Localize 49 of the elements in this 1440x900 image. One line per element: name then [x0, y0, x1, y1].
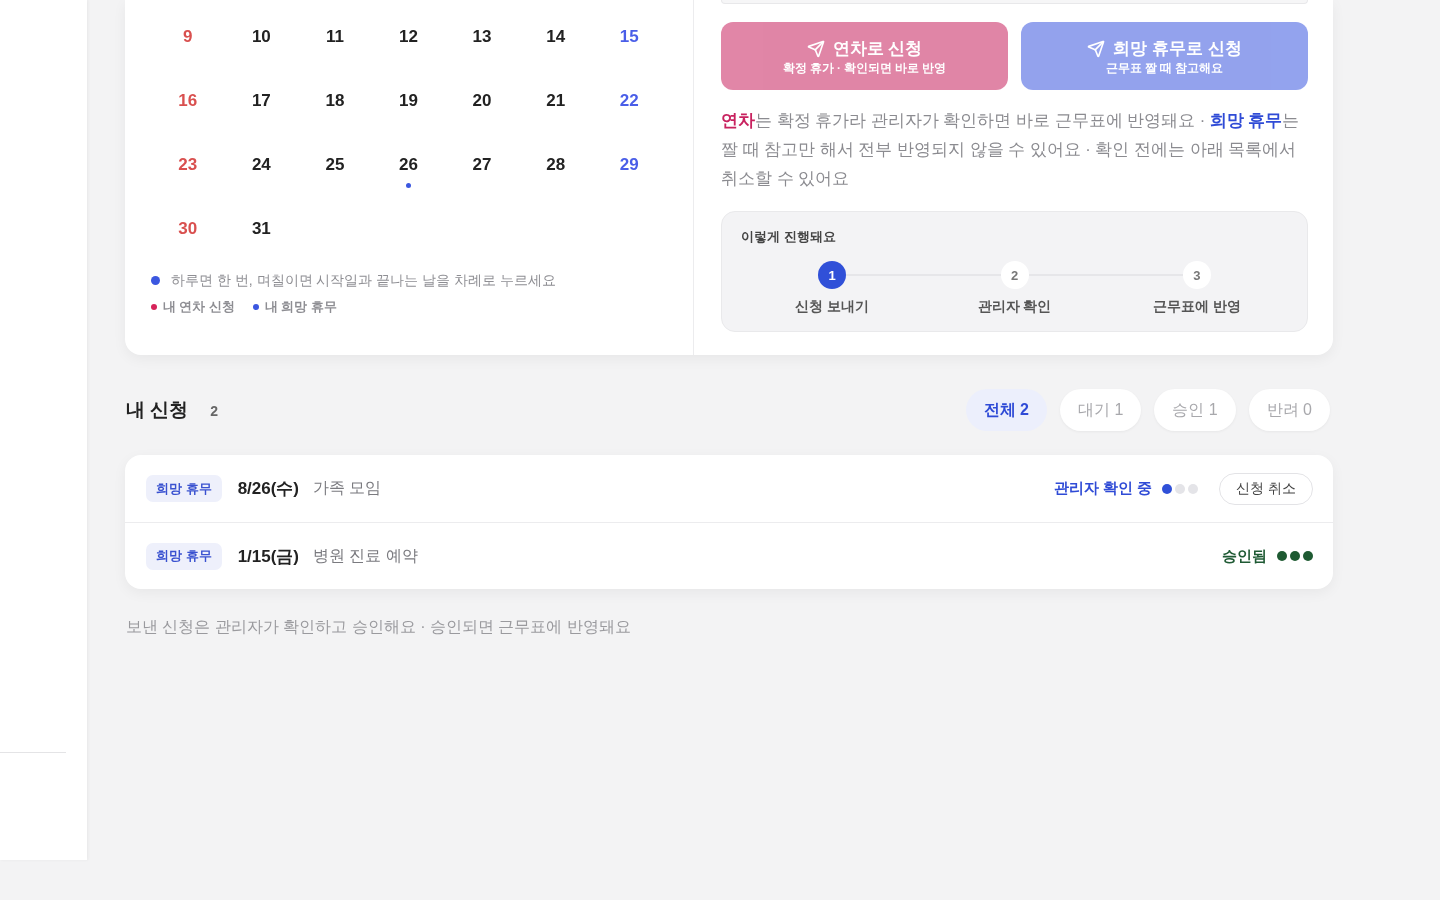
calendar-day[interactable]: 15	[619, 27, 639, 47]
calendar-day[interactable]: 25	[325, 155, 345, 175]
process-title: 이렇게 진행돼요	[741, 229, 837, 245]
calendar-day[interactable]: 28	[546, 155, 566, 175]
leave-type-tag: 희망 휴무	[146, 542, 222, 570]
calendar-day[interactable]: 10	[251, 27, 271, 47]
calendar-day[interactable]: 9	[183, 27, 193, 47]
calendar-day[interactable]: 17	[251, 91, 271, 111]
calendar-day[interactable]: 30	[178, 219, 198, 239]
calendar-day[interactable]: 18	[325, 91, 345, 111]
paper-plane-icon	[1087, 39, 1106, 58]
calendar-day[interactable]: 22	[619, 91, 639, 111]
paper-plane-icon	[806, 39, 825, 58]
request-date: 1/15(금)	[237, 545, 300, 568]
step-label: 신청 보내기	[795, 299, 870, 315]
calendar-day[interactable]: 31	[251, 219, 271, 239]
request-date: 8/26(수)	[237, 478, 300, 500]
legend-label: 내 연차 신청	[163, 299, 235, 316]
calendar-day[interactable]: 27	[472, 155, 492, 175]
calendar-day[interactable]: 19	[399, 91, 418, 111]
legend-label: 내 희망 휴무	[264, 299, 337, 316]
status-text: 승인됨	[1222, 546, 1267, 566]
footer-note: 보낸 신청은 관리자가 확인하고 승인해요 · 승인되면 근무표에 반영돼요	[126, 618, 632, 636]
calendar-day[interactable]: 13	[472, 27, 492, 47]
calendar-day[interactable]: 21	[546, 91, 566, 111]
calendar-day[interactable]: 20	[472, 91, 492, 111]
calendar-day[interactable]: 14	[546, 27, 566, 47]
calendar-day[interactable]: 11	[325, 27, 344, 47]
calendar-day[interactable]: 24	[251, 155, 271, 175]
step-label: 근무표에 반영	[1152, 299, 1241, 315]
leave-type-tag: 희망 휴무	[146, 475, 222, 502]
step-number: 2	[1000, 261, 1029, 289]
calendar-day[interactable]: 26	[399, 155, 418, 175]
calendar-day[interactable]: 23	[178, 155, 198, 175]
hint-text: 하루면 한 번, 며칠이면 시작일과 끝나는 날을 차례로 누르세요	[171, 271, 556, 289]
request-reason: 가족 모임	[313, 478, 382, 498]
cancel-button[interactable]: 신청 취소	[1219, 472, 1313, 505]
step-label: 관리자 확인	[977, 299, 1052, 315]
step-number: 3	[1182, 261, 1211, 289]
request-reason: 병원 진료 예약	[313, 545, 418, 566]
calendar-day[interactable]: 12	[399, 27, 418, 47]
explanation-text: 연차는 확정 휴가라 관리자가 확인하면 바로 근무표에 반영돼요 · 희망 휴무는 짤 때 참고만 해서 전부 반영되지 않을 수 있어요 · 확인 전에는 아래 목록에서 취소할 수 있어요	[721, 110, 1301, 189]
request-count: 2	[210, 403, 219, 419]
section-title: 내 신청	[126, 398, 189, 422]
calendar-day[interactable]: 29	[619, 155, 639, 175]
step-number: 1	[818, 261, 847, 289]
status-text: 관리자 확인 중	[1054, 479, 1153, 498]
filter-tab[interactable]: 전체 2	[965, 389, 1047, 431]
calendar-day[interactable]: 16	[178, 91, 198, 111]
